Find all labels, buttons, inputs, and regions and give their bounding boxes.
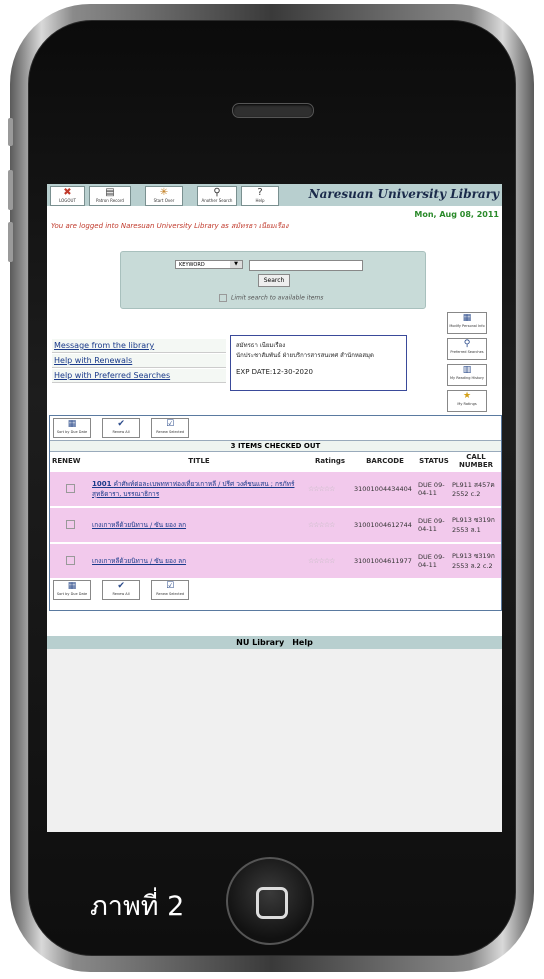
footer-link-nu-library[interactable]: NU Library	[236, 638, 284, 647]
patron-info: สมัทรธา เนียมเรือง นักประชาสัมพันธ์ ฝ่าย…	[230, 335, 407, 391]
login-status: You are logged into Naresuan University …	[51, 222, 289, 230]
rating-stars[interactable]: ☆☆☆☆☆	[308, 557, 335, 565]
calendar-icon: ▦	[67, 419, 77, 429]
limit-available-option[interactable]: Limit search to available items	[219, 294, 323, 302]
patron-name: สมัทรธา เนียมเรือง	[236, 342, 286, 349]
renew-all-button[interactable]: ✔ Renew All	[102, 418, 141, 438]
checked-out-table: RENEW TITLE Ratings BARCODE STATUS CALL …	[50, 452, 501, 578]
link-message-library[interactable]: Message from the library	[52, 339, 226, 353]
library-footer: NU Library Help	[47, 636, 502, 650]
earpiece-speaker	[232, 103, 314, 118]
star-icon: ✳	[159, 187, 169, 198]
record-icon: ▤	[105, 187, 115, 198]
start-over-button[interactable]: ✳ Start Over	[145, 186, 183, 206]
renew-checkbox[interactable]	[66, 555, 75, 565]
table-header: RENEW TITLE Ratings BARCODE STATUS CALL …	[50, 452, 501, 471]
sort-by-due-date-button[interactable]: ▦ Sort by Due Date	[53, 418, 91, 438]
patron-department: นักประชาสัมพันธ์ ฝ่ายบริการสารสนเทศ สำนั…	[236, 352, 374, 359]
search-panel: KEYWORD ▼ Search Limit search to availabl…	[120, 251, 426, 309]
table-row: 1001 คำศัพท์ต่อละเบพทหาห่องเที่ยวเกาหลี …	[50, 470, 501, 507]
renew-checkbox[interactable]	[66, 519, 75, 529]
search-input[interactable]	[249, 260, 363, 271]
help-button[interactable]: ? Help	[241, 186, 279, 206]
volume-down-button	[8, 222, 13, 262]
patron-expiry: EXP DATE:12-30-2020	[236, 368, 313, 376]
figure-caption: ภาพที่ 2	[90, 891, 185, 922]
checked-out-panel: ▦ Sort by Due Date ✔ Renew All ☑ Renew Sele…	[49, 415, 502, 611]
renew-selected-button[interactable]: ☑ Renew Selected	[151, 418, 190, 438]
library-toolbar: ✖ LOGOUT ▤ Patron Record ✳ Start Over ⚲ Anot…	[47, 184, 502, 206]
edit-icon: ▦	[462, 313, 472, 323]
search-button[interactable]: Search	[258, 274, 290, 287]
limit-checkbox[interactable]	[219, 294, 227, 302]
home-square-icon	[256, 887, 288, 919]
search-type-select[interactable]: KEYWORD ▼	[175, 260, 243, 269]
current-date: Mon, Aug 08, 2011	[414, 210, 499, 219]
patron-actions: ▦ Modify Personal Info ⚲ Preferred Searche…	[447, 312, 487, 416]
library-brand: Naresuan University Library	[308, 187, 499, 201]
logout-button[interactable]: ✖ LOGOUT	[50, 186, 85, 206]
chevron-down-icon: ▼	[230, 261, 242, 268]
table-row: เกงเกาหลีด้วยนิทาน / ซัน ยอง ลก ☆☆☆☆☆ 31…	[50, 506, 501, 543]
check-list-icon: ☑	[166, 581, 175, 591]
item-title-link[interactable]: เกงเกาหลีด้วยนิทาน / ซัน ยอง ลก	[92, 521, 186, 529]
link-help-renewals[interactable]: Help with Renewals	[52, 354, 226, 368]
panel-buttons-top: ▦ Sort by Due Date ✔ Renew All ☑ Renew Sele…	[50, 416, 501, 440]
checked-out-title: 3 ITEMS CHECKED OUT	[50, 440, 501, 452]
link-help-preferred-searches[interactable]: Help with Preferred Searches	[52, 369, 226, 383]
search-icon: ⚲	[213, 187, 221, 198]
item-title-link[interactable]: เกงเกาหลีด้วยนิทาน / ซัน ยอง ลก	[92, 557, 186, 565]
mute-switch	[8, 118, 13, 146]
home-button[interactable]	[226, 857, 314, 945]
check-icon: ✔	[117, 419, 125, 429]
patron-record-button[interactable]: ▤ Patron Record	[89, 186, 131, 206]
close-icon: ✖	[63, 187, 72, 198]
rating-stars[interactable]: ☆☆☆☆☆	[308, 485, 335, 493]
books-icon: ▥	[462, 365, 472, 375]
sort-by-due-date-button[interactable]: ▦ Sort by Due Date	[53, 580, 91, 600]
renew-selected-button[interactable]: ☑ Renew Selected	[151, 580, 190, 600]
search-icon: ⚲	[463, 339, 471, 349]
calendar-icon: ▦	[67, 581, 77, 591]
rating-stars[interactable]: ☆☆☆☆☆	[308, 521, 335, 529]
check-icon: ✔	[117, 581, 125, 591]
renew-checkbox[interactable]	[66, 483, 75, 493]
another-search-button[interactable]: ⚲ Another Search	[197, 186, 237, 206]
modify-personal-info-button[interactable]: ▦ Modify Personal Info	[447, 312, 487, 334]
item-title-link[interactable]: 1001 คำศัพท์ต่อละเบพทหาห่องเที่ยวเกาหลี …	[92, 480, 294, 498]
star-icon: ★	[462, 391, 472, 401]
my-ratings-button[interactable]: ★ My Ratings	[447, 390, 487, 412]
panel-buttons-bottom: ▦ Sort by Due Date ✔ Renew All ☑ Renew Sele…	[50, 578, 501, 602]
screen-empty-area	[47, 649, 502, 832]
volume-up-button	[8, 170, 13, 210]
renew-all-button[interactable]: ✔ Renew All	[102, 580, 141, 600]
phone-screen: ✖ LOGOUT ▤ Patron Record ✳ Start Over ⚲ Anot…	[47, 184, 502, 832]
preferred-searches-button[interactable]: ⚲ Preferred Searches	[447, 338, 487, 360]
reading-history-button[interactable]: ▥ My Reading History	[447, 364, 487, 386]
help-icon: ?	[257, 187, 263, 198]
table-row: เกงเกาหลีด้วยนิทาน / ซัน ยอง ลก ☆☆☆☆☆ 31…	[50, 542, 501, 578]
footer-link-help[interactable]: Help	[292, 638, 313, 647]
check-list-icon: ☑	[166, 419, 175, 429]
help-links: Message from the library Help with Renew…	[52, 339, 226, 384]
